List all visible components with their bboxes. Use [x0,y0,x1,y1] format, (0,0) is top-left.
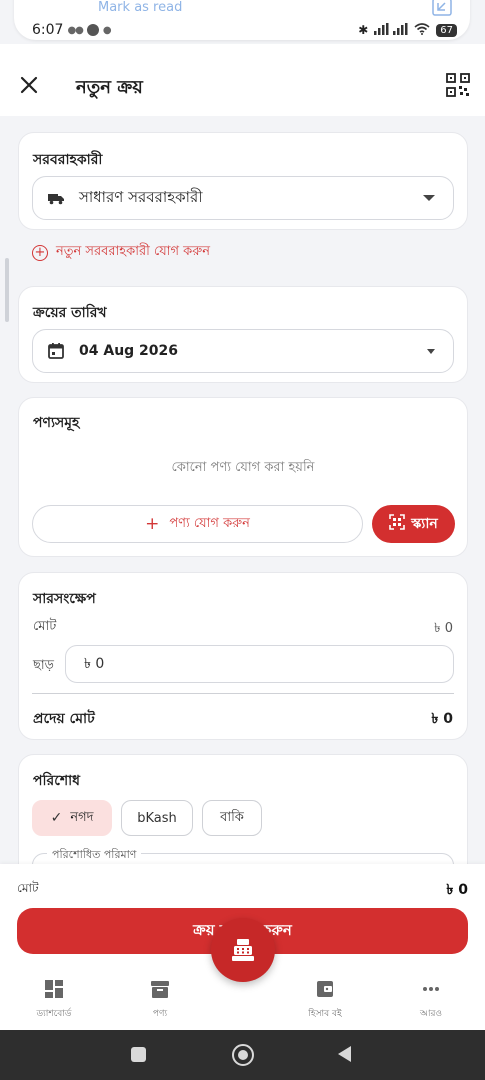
summary-card: সারসংক্ষেপ মোট ৳ 0 ছাড় ৳ 0 প্রদেয় মোট … [18,572,468,740]
nav-label: পণ্য [152,1009,168,1019]
summary-title: সারসংক্ষেপ [33,591,96,607]
purchase-date-value: 04 Aug 2026 [79,343,179,359]
summary-total-label: মোট [33,619,57,634]
nav-item-dashboard[interactable]: ড্যাশবোর্ড [14,978,94,1021]
pos-register-button[interactable] [211,918,275,982]
summary-divider [32,693,454,694]
payment-method-due[interactable]: বাকি [202,800,262,836]
empty-products-message: কোনো পণ্য যোগ করা হয়নি [171,460,315,475]
cash-register-icon [232,939,254,961]
payment-method-label: নগদ [70,809,94,825]
supplier-select[interactable]: সাধারণ সরবরাহকারী [32,176,454,220]
nav-label: হিসাব বই [308,1009,342,1019]
status-time: 6:07 [32,22,64,38]
page-title: নতুন ক্রয় [76,77,143,98]
discount-label: ছাড় [33,658,54,673]
discount-input[interactable]: ৳ 0 [65,645,454,683]
chevron-down-icon [423,195,435,201]
wallet-icon [317,981,333,997]
home-icon[interactable] [232,1044,254,1066]
footer-total-label: মোট [17,881,39,895]
add-supplier-link[interactable]: + নতুন সরবরাহকারী যোগ করুন [32,242,210,263]
calendar-icon [47,342,65,360]
facebook-icon [86,24,99,36]
products-title: পণ্যসমূহ [33,415,80,431]
notification-dots-icon: ●● [67,24,83,36]
battery-icon: 67 [436,23,457,37]
recent-apps-icon[interactable] [131,1047,146,1062]
products-card: পণ্যসমূহ কোনো পণ্য যোগ করা হয়নি + পণ্য … [18,397,468,557]
signal-icon [374,22,408,38]
mark-as-read-link[interactable]: Mark as read [98,0,182,15]
add-product-button[interactable]: + পণ্য যোগ করুন [32,505,363,543]
supplier-selected-value: সাধারণ সরবরাহকারী [79,187,203,206]
plus-icon: + [145,513,160,534]
payment-title: পরিশোধ [33,773,81,789]
qr-scan-icon[interactable] [445,72,471,98]
supplier-card: সরবরাহকারী সাধারণ সরবরাহকারী [18,132,468,230]
system-navigation-bar [0,1030,485,1080]
status-bar: 6:07 ●● ● ✱ 67 [32,20,457,40]
back-icon[interactable] [338,1046,351,1062]
footer-total-value: ৳ 0 [446,882,468,898]
scan-label: স্ক্যান [411,516,438,532]
add-product-label: পণ্য যোগ করুন [169,515,250,531]
bluetooth-icon: ✱ [358,23,369,37]
more-dots-icon: ● [102,24,112,36]
nav-item-more[interactable]: আরও [391,978,471,1021]
app-screen: Mark as read 6:07 ●● ● ✱ 67 নতুন ক্রয় স… [0,0,485,1080]
scan-button[interactable]: স্ক্যান [372,505,455,543]
wifi-icon [414,22,430,38]
nav-label: আরও [419,1009,443,1019]
purchase-date-field[interactable]: 04 Aug 2026 [32,329,454,373]
supplier-title: সরবরাহকারী [33,152,103,168]
truck-icon [47,189,65,207]
scroll-indicator [5,258,9,322]
more-dots-icon [423,987,439,991]
payable-total-value: ৳ 0 [431,711,453,727]
app-header: নতুন ক্রয় [0,44,485,116]
barcode-scan-icon [389,514,406,534]
add-circle-icon: + [32,244,48,261]
nav-label: ড্যাশবোর্ড [36,1009,72,1019]
summary-total-value: ৳ 0 [434,621,453,636]
check-icon: ✓ [50,810,63,826]
dashboard-icon [45,980,63,998]
chevron-down-icon [427,349,435,354]
add-supplier-label: নতুন সরবরাহকারী যোগ করুন [56,244,211,259]
payment-method-bkash[interactable]: bKash [121,800,193,836]
close-icon[interactable] [18,74,40,96]
expand-icon[interactable] [432,0,452,16]
payable-total-label: প্রদেয় মোট [33,711,95,727]
paid-amount-label: পরিশোধিত পরিমাণ [47,846,142,865]
purchase-date-card: ক্রয়ের তারিখ 04 Aug 2026 [18,286,468,383]
purchase-date-title: ক্রয়ের তারিখ [33,305,107,321]
archive-box-icon [151,981,169,998]
payment-method-cash[interactable]: ✓ নগদ [32,800,112,836]
payment-method-label: bKash [137,810,177,826]
payment-method-label: বাকি [220,809,244,825]
nav-item-ledger[interactable]: হিসাব বই [285,978,365,1021]
nav-item-products[interactable]: পণ্য [120,978,200,1021]
